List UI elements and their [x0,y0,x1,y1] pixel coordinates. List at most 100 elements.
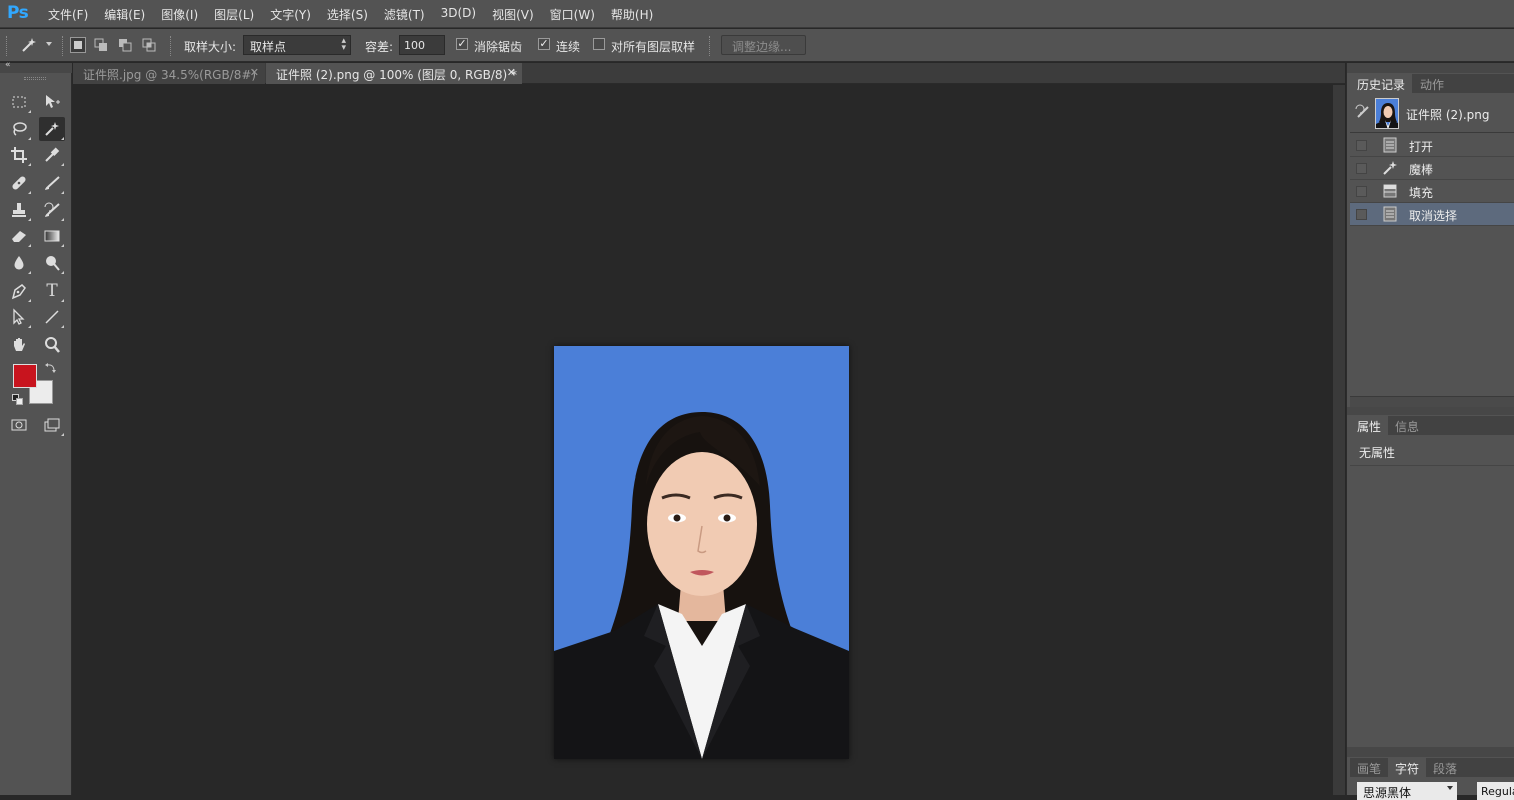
document-tab-label: 证件照 (2).png @ 100% (图层 0, RGB/8) * [276,68,518,82]
foreground-color-swatch[interactable] [13,364,37,388]
quick-mask-icon[interactable] [6,413,32,437]
menu-window[interactable]: 窗口(W) [542,6,603,23]
menu-edit[interactable]: 编辑(E) [96,6,153,23]
swap-colors-icon[interactable] [44,361,58,375]
pen-tool-icon[interactable] [6,279,32,303]
chevron-down-icon [1447,786,1453,790]
preset-dropdown-icon[interactable] [46,42,52,46]
history-brush-tool-icon[interactable] [39,198,65,222]
collapse-icon[interactable]: « [5,60,11,70]
menu-list: 文件(F) 编辑(E) 图像(I) 图层(L) 文字(Y) 选择(S) 滤镜(T… [40,6,661,23]
menu-3d[interactable]: 3D(D) [433,6,484,23]
brush-tool-icon[interactable] [39,171,65,195]
history-source-checkbox[interactable] [1356,140,1367,151]
hand-tool-icon[interactable] [6,333,32,357]
intersect-selection-button[interactable] [142,38,157,53]
path-selection-tool-icon[interactable] [6,305,32,329]
history-item[interactable]: 魔棒 [1350,157,1514,180]
healing-brush-tool-icon[interactable] [6,171,32,195]
gradient-tool-icon[interactable] [39,224,65,248]
close-tab-icon[interactable]: ✕ [507,66,516,79]
history-snapshot[interactable]: 证件照 (2).png [1350,94,1514,133]
options-divider [170,36,173,56]
line-tool-icon[interactable] [39,305,65,329]
sample-size-select[interactable]: 取样点 ▴ ▾ [243,35,351,55]
type-tool-icon[interactable]: T [39,279,65,303]
menu-image[interactable]: 图像(I) [153,6,206,23]
add-selection-button[interactable] [94,38,109,53]
sample-all-layers-checkbox[interactable] [593,38,605,50]
antialias-checkbox[interactable]: ✓ [456,38,468,50]
properties-divider [1350,465,1514,466]
tab-properties[interactable]: 属性 [1350,416,1389,435]
rect-marquee-tool-icon[interactable] [6,90,32,114]
panel-divider [1347,747,1514,757]
tab-brush[interactable]: 画笔 [1350,758,1388,777]
history-source-checkbox[interactable] [1356,163,1367,174]
blur-tool-icon[interactable] [6,251,32,275]
contiguous-label: 连续 [556,40,581,54]
document-tab-label: 证件照.jpg @ 34.5%(RGB/8#) [83,68,257,82]
clone-stamp-tool-icon[interactable] [6,198,32,222]
crop-tool-icon[interactable] [6,143,32,167]
subtract-selection-button[interactable] [118,38,133,53]
menu-layer[interactable]: 图层(L) [206,6,262,23]
zoom-tool-icon[interactable] [39,333,65,357]
font-style-select[interactable]: Regula [1477,782,1514,800]
history-item[interactable]: 打开 [1350,134,1514,157]
magic-wand-preset-icon[interactable] [20,36,38,54]
options-divider [62,36,65,56]
history-source-checkbox[interactable] [1356,209,1367,220]
portrait-illustration [554,412,849,759]
history-brush-source-icon[interactable] [1355,104,1371,120]
select-arrows-icon: ▴ ▾ [341,36,346,53]
tab-paragraph[interactable]: 段落 [1426,758,1464,777]
menu-bar: Ps 文件(F) 编辑(E) 图像(I) 图层(L) 文字(Y) 选择(S) 滤… [0,0,1514,28]
menu-file[interactable]: 文件(F) [40,6,96,23]
magic-wand-tool-icon[interactable] [39,117,65,141]
tab-actions[interactable]: 动作 [1413,74,1451,93]
screen-mode-icon[interactable] [39,413,65,437]
character-panel-tabs: 画笔 字符 段落 [1350,758,1514,777]
canvas-scrollbar[interactable] [1333,85,1345,795]
sample-size-label: 取样大小: [184,40,237,54]
photoshop-logo: Ps [7,3,29,23]
document-tab-active[interactable]: 证件照 (2).png @ 100% (图层 0, RGB/8) * ✕ [266,63,522,84]
menu-filter[interactable]: 滤镜(T) [376,6,433,23]
fill-icon [1382,183,1398,199]
history-source-checkbox[interactable] [1356,186,1367,197]
antialias-label: 消除锯齿 [474,40,523,54]
new-selection-button[interactable] [70,37,86,53]
default-colors-icon[interactable] [12,394,24,406]
move-tool-icon[interactable] [39,90,65,114]
eyedropper-tool-icon[interactable] [39,143,65,167]
tab-info[interactable]: 信息 [1388,416,1426,435]
history-item[interactable]: 填充 [1350,180,1514,203]
font-family-select[interactable]: 思源黑体 [1357,782,1457,800]
menu-help[interactable]: 帮助(H) [603,6,661,23]
menu-type[interactable]: 文字(Y) [262,6,319,23]
panel-divider [1347,407,1514,415]
refine-edge-button[interactable]: 调整边缘... [721,35,806,55]
snapshot-thumbnail [1375,98,1399,129]
close-tab-icon[interactable]: ✕ [250,66,259,79]
right-panel-dock: 历史记录 动作 证件照 (2).png 打开 魔棒 填充 取消选择 属性 信息 … [1346,63,1514,800]
history-item-selected[interactable]: 取消选择 [1350,203,1514,226]
dodge-tool-icon[interactable] [39,251,65,275]
lasso-tool-icon[interactable] [6,117,32,141]
menu-view[interactable]: 视图(V) [484,6,542,23]
eraser-tool-icon[interactable] [6,224,32,248]
id-photo-image[interactable] [554,346,849,759]
tab-history[interactable]: 历史记录 [1350,74,1413,93]
properties-content: 无属性 [1359,446,1396,460]
contiguous-checkbox[interactable]: ✓ [538,38,550,50]
tab-character[interactable]: 字符 [1388,758,1427,777]
document-icon [1382,206,1398,222]
tolerance-input[interactable]: 100 [399,35,445,55]
tools-grip[interactable] [24,77,46,80]
panel-dock-header [1347,63,1514,73]
options-grip[interactable] [6,36,9,56]
document-tab[interactable]: 证件照.jpg @ 34.5%(RGB/8#) ✕ [73,63,265,84]
document-icon [1382,137,1398,153]
menu-select[interactable]: 选择(S) [319,6,376,23]
